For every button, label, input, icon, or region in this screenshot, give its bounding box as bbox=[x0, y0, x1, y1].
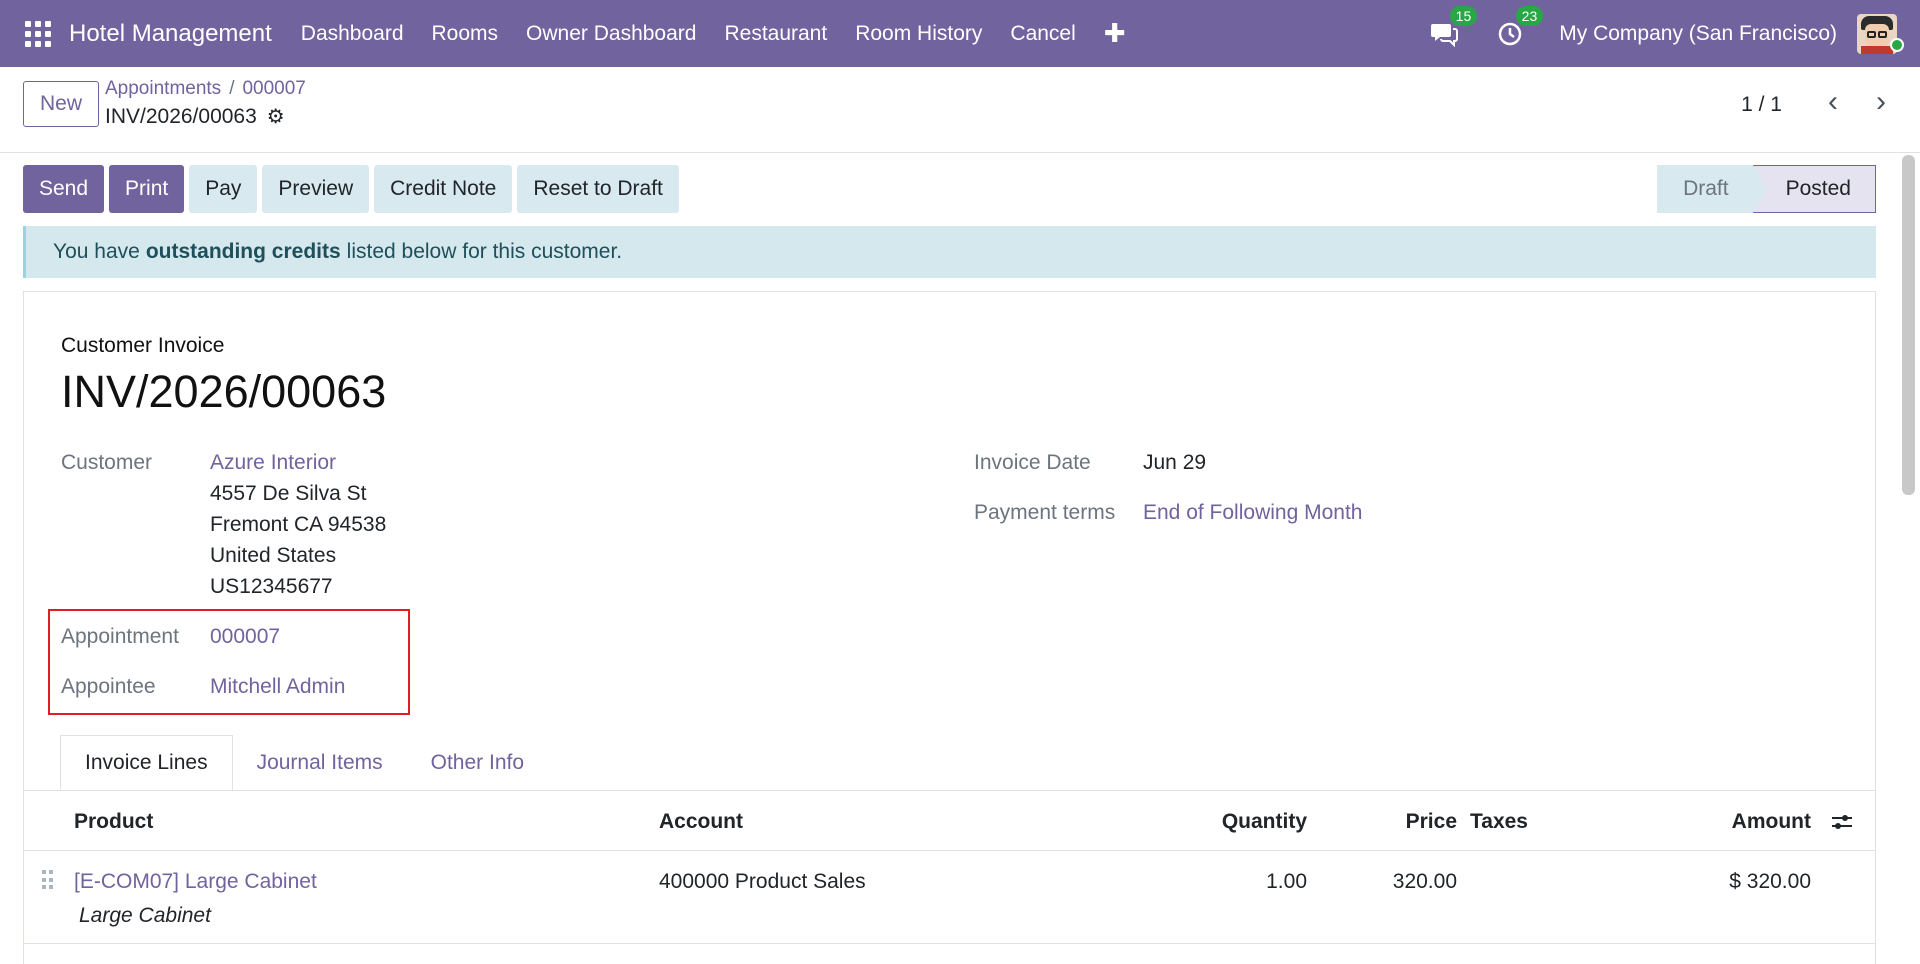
action-buttons: Send Print Pay Preview Credit Note Reset… bbox=[23, 165, 684, 213]
payment-terms-link[interactable]: End of Following Month bbox=[1143, 501, 1362, 525]
col-price[interactable]: Price bbox=[1406, 810, 1457, 834]
col-taxes[interactable]: Taxes bbox=[1470, 810, 1528, 834]
company-switcher[interactable]: My Company (San Francisco) bbox=[1559, 22, 1837, 46]
tab-other-info[interactable]: Other Info bbox=[407, 735, 548, 791]
optional-columns-icon[interactable] bbox=[1831, 812, 1853, 832]
send-button[interactable]: Send bbox=[23, 165, 105, 213]
online-status-icon bbox=[1890, 38, 1904, 52]
appointee-label: Appointee bbox=[61, 675, 156, 698]
breadcrumb-appointment-record[interactable]: 000007 bbox=[242, 78, 305, 99]
activities-button[interactable]: 23 bbox=[1493, 5, 1544, 51]
status-draft[interactable]: Draft bbox=[1657, 165, 1753, 213]
payment-terms-label: Payment terms bbox=[974, 501, 1116, 524]
vertical-scrollbar[interactable] bbox=[1902, 155, 1915, 495]
notebook-tabs: Invoice Lines Journal Items Other Info bbox=[60, 735, 548, 791]
invoice-number: INV/2026/00063 bbox=[61, 366, 387, 417]
credit-note-button[interactable]: Credit Note bbox=[374, 165, 513, 213]
customer-label: Customer bbox=[61, 451, 153, 474]
appointment-label: Appointment bbox=[61, 625, 179, 648]
breadcrumb-appointments[interactable]: Appointments bbox=[105, 78, 221, 99]
menu-cancel[interactable]: Cancel bbox=[996, 22, 1089, 46]
table-row[interactable]: [E-COM07] Large Cabinet Large Cabinet 40… bbox=[24, 852, 1875, 944]
address-line: United States bbox=[210, 544, 337, 567]
outstanding-credits-alert: You have outstanding credits listed belo… bbox=[23, 226, 1876, 278]
record-title-text: INV/2026/00063 bbox=[105, 104, 257, 128]
gear-icon[interactable]: ⚙ bbox=[267, 104, 285, 129]
appointment-link[interactable]: 000007 bbox=[210, 625, 280, 649]
alert-prefix: You have bbox=[53, 240, 140, 263]
menu-restaurant[interactable]: Restaurant bbox=[710, 22, 841, 46]
pay-button[interactable]: Pay bbox=[189, 165, 258, 213]
pager-value[interactable]: 1 / 1 bbox=[1741, 93, 1782, 117]
messages-button[interactable]: 15 bbox=[1427, 5, 1478, 51]
apps-menu-icon[interactable] bbox=[25, 20, 51, 47]
appointee-link[interactable]: Mitchell Admin bbox=[210, 675, 345, 699]
document-type: Customer Invoice bbox=[61, 334, 225, 357]
menu-rooms[interactable]: Rooms bbox=[418, 22, 513, 46]
col-amount[interactable]: Amount bbox=[1732, 810, 1811, 834]
col-account[interactable]: Account bbox=[659, 810, 743, 834]
menu-owner-dashboard[interactable]: Owner Dashboard bbox=[512, 22, 710, 46]
address-line: Fremont CA 94538 bbox=[210, 513, 387, 536]
preview-button[interactable]: Preview bbox=[262, 165, 370, 213]
reset-to-draft-button[interactable]: Reset to Draft bbox=[517, 165, 679, 213]
alert-suffix: listed below for this customer. bbox=[346, 240, 623, 263]
tab-journal-items[interactable]: Journal Items bbox=[233, 735, 407, 791]
customer-link[interactable]: Azure Interior bbox=[210, 451, 336, 475]
row-quantity: 1.00 bbox=[1266, 870, 1307, 893]
col-quantity[interactable]: Quantity bbox=[1222, 810, 1307, 834]
tab-invoice-lines[interactable]: Invoice Lines bbox=[60, 735, 233, 791]
pager-previous-icon[interactable]: ‹ bbox=[1828, 87, 1838, 117]
invoice-form-sheet: Customer Invoice INV/2026/00063 Customer… bbox=[23, 291, 1876, 964]
col-product[interactable]: Product bbox=[74, 810, 153, 834]
row-account: 400000 Product Sales bbox=[659, 870, 866, 893]
invoice-lines-header: Product Account Quantity Price Taxes Amo… bbox=[24, 791, 1875, 851]
top-navbar: Hotel Management Dashboard Rooms Owner D… bbox=[0, 0, 1920, 67]
breadcrumb: Appointments/000007 bbox=[105, 78, 306, 99]
status-posted[interactable]: Posted bbox=[1752, 165, 1876, 213]
messages-count-badge: 15 bbox=[1449, 5, 1478, 26]
row-product[interactable]: [E-COM07] Large Cabinet bbox=[74, 870, 317, 894]
clock-icon bbox=[1499, 22, 1522, 45]
address-line: US12345677 bbox=[210, 575, 333, 598]
row-price: 320.00 bbox=[1392, 870, 1457, 893]
row-amount: $ 320.00 bbox=[1729, 870, 1811, 893]
drag-handle-icon[interactable] bbox=[42, 870, 54, 890]
plus-icon[interactable]: ✚ bbox=[1090, 18, 1140, 49]
row-description: Large Cabinet bbox=[79, 904, 211, 927]
invoice-date-label: Invoice Date bbox=[974, 451, 1091, 474]
activities-count-badge: 23 bbox=[1515, 5, 1544, 26]
menu-dashboard[interactable]: Dashboard bbox=[287, 22, 418, 46]
print-button[interactable]: Print bbox=[109, 165, 185, 213]
alert-bold: outstanding credits bbox=[145, 240, 341, 263]
app-name[interactable]: Hotel Management bbox=[69, 20, 272, 48]
new-button[interactable]: New bbox=[23, 81, 99, 127]
control-panel: New Appointments/000007 INV/2026/00063 ⚙… bbox=[0, 67, 1920, 153]
pager-next-icon[interactable]: › bbox=[1876, 87, 1886, 117]
record-title: INV/2026/00063 ⚙ bbox=[105, 104, 285, 129]
status-bar: Draft Posted bbox=[1657, 165, 1876, 213]
address-line: 4557 De Silva St bbox=[210, 482, 367, 505]
menu-room-history[interactable]: Room History bbox=[841, 22, 996, 46]
invoice-date-field[interactable]: Jun 29 bbox=[1143, 451, 1206, 475]
